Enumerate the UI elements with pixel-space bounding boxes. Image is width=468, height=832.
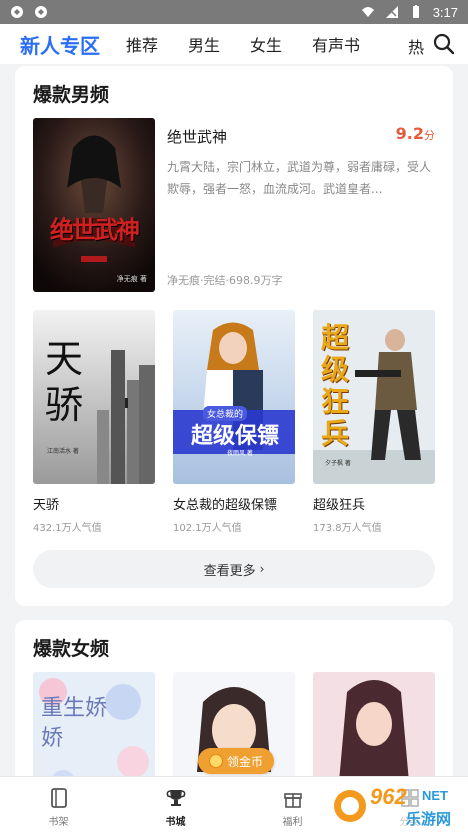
book-item[interactable]: 女总裁的 超级保镖 夜雨风 著 女总裁的超级保镖 102.1万人气值 [173, 310, 295, 534]
book-cover[interactable]: 天骄 江南活水 著 [33, 310, 155, 484]
tab-recommend[interactable]: 推荐 [126, 32, 158, 56]
sync-icon [11, 6, 23, 18]
book-popularity: 432.1万人气值 [33, 523, 102, 534]
site-watermark: 962 NET 乐游网 [330, 784, 464, 828]
signal-icon [385, 6, 398, 18]
nav-label: 书城 [165, 817, 186, 828]
book-cover-author: 江南活水 著 [47, 448, 79, 455]
book-cover-title: 重生娇娇 [41, 696, 108, 751]
book-cover[interactable]: 重生娇娇 [33, 672, 155, 776]
book-item[interactable]: 天骄 江南活水 著 天骄 432.1万人气值 [33, 310, 155, 534]
view-more-label: 查看更多 [203, 563, 256, 579]
score-value: 9.2 [395, 124, 424, 143]
view-more-button[interactable]: 查看更多 › [33, 550, 435, 588]
book-cover-title: 天骄 [45, 337, 84, 427]
featured-book-meta: 净无痕·完结·698.9万字 [167, 274, 283, 287]
top-tab-bar: 新人专区 推荐 男生 女生 有声书 热 [0, 24, 468, 68]
tab-male[interactable]: 男生 [188, 32, 220, 56]
watermark-net: NET [422, 788, 448, 803]
nav-label: 书架 [48, 817, 69, 828]
book-popularity: 102.1万人气值 [173, 523, 242, 534]
book-cover-author: 夕子枫 著 [325, 460, 351, 467]
nav-bookstore[interactable]: 书城 [117, 777, 234, 832]
book-cover[interactable]: 女总裁的 超级保镖 夜雨风 著 [173, 310, 295, 484]
score-unit: 分 [424, 129, 435, 142]
book-title: 天骄 [33, 498, 60, 513]
featured-book-description: 九霄大陆，宗门林立，武道为尊，弱者庸碌，受人欺辱，强者一怒，血流成河。武道皇者.… [167, 160, 432, 196]
chevron-right-icon: › [259, 562, 265, 576]
wifi-icon [361, 7, 374, 17]
featured-book-cover[interactable]: 绝世武神 净无痕 著 [33, 118, 155, 292]
book-item[interactable]: 超级狂兵 夕子枫 著 超级狂兵 173.8万人气值 [313, 310, 435, 534]
nav-bookshelf[interactable]: 书架 [0, 777, 117, 832]
book-title: 超级狂兵 [313, 498, 366, 513]
featured-book-score: 9.2分 [396, 124, 435, 143]
coin-icon [208, 754, 223, 768]
watermark-site-name: 乐游网 [406, 810, 452, 828]
collect-coins-label: 领金币 [226, 754, 263, 769]
book-cover-title: 超级狂兵 [321, 321, 350, 450]
book-cover[interactable] [313, 672, 435, 776]
collect-coins-button[interactable]: 领金币 [198, 748, 274, 774]
book-cover-author: 夜雨风 著 [227, 450, 253, 457]
tab-hot[interactable]: 热 [408, 34, 424, 58]
featured-book-title[interactable]: 绝世武神 [167, 126, 227, 147]
nav-label: 福利 [282, 817, 303, 828]
featured-cover-author: 净无痕 著 [116, 275, 147, 283]
clock: 3:17 [432, 4, 458, 20]
book-title: 女总裁的超级保镖 [173, 498, 278, 513]
book-icon [50, 788, 67, 808]
tab-newcomer[interactable]: 新人专区 [20, 30, 100, 68]
section-title: 爆款男频 [33, 84, 110, 106]
gift-icon [283, 793, 302, 808]
book-cover[interactable]: 超级狂兵 夕子枫 著 [313, 310, 435, 484]
sync-icon-2 [35, 6, 47, 18]
status-bar: 3:17 [0, 0, 468, 24]
section-title: 爆款女频 [33, 638, 110, 660]
tab-female[interactable]: 女生 [250, 32, 282, 56]
content-scroll[interactable]: 爆款男频 绝世武神 净无痕 著 绝世武神 9.2分 九霄大陆，宗门林立，武道为尊… [0, 64, 468, 776]
male-section-card: 爆款男频 绝世武神 净无痕 著 绝世武神 9.2分 九霄大陆，宗门林立，武道为尊… [15, 66, 453, 606]
book-cover-title: 超级保镖 [190, 423, 279, 449]
book-popularity: 173.8万人气值 [313, 523, 382, 534]
featured-cover-title: 绝世武神 [50, 215, 140, 244]
watermark-number: 962 [370, 784, 407, 809]
tab-audiobook[interactable]: 有声书 [312, 32, 360, 56]
battery-icon [412, 5, 419, 18]
trophy-icon [166, 790, 185, 806]
search-icon[interactable] [432, 32, 456, 56]
